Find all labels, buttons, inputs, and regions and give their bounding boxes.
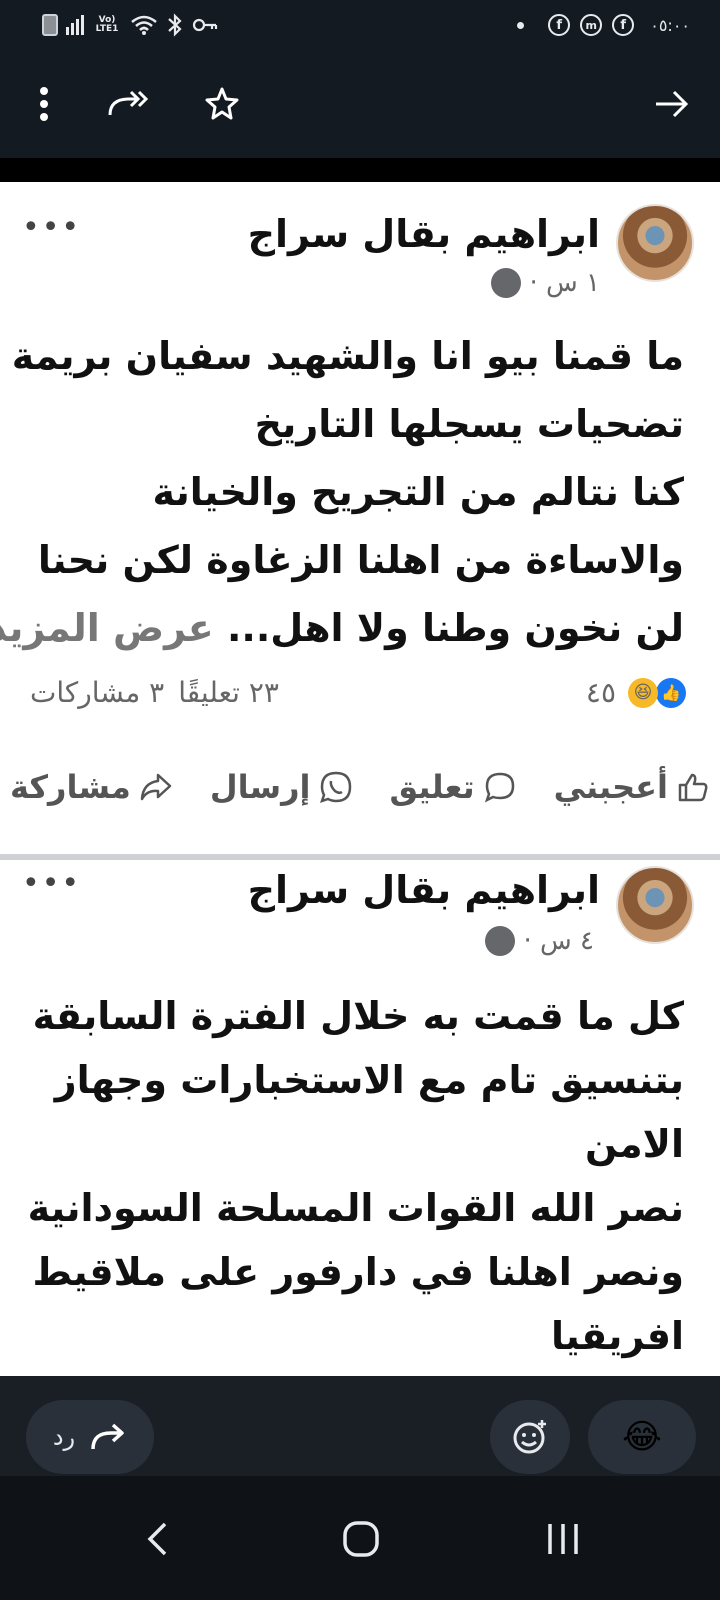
share-forward-icon[interactable] — [104, 80, 152, 128]
post-text-line: ما قمنا بيو انا والشهيد سفيان بريمة — [11, 334, 684, 378]
engagement-counts: ٢٣ تعليقًا ٣ مشاركات — [30, 676, 279, 709]
post-meta: ٤ س · — [485, 926, 594, 956]
see-more-link[interactable]: عرض المزيد — [0, 606, 214, 650]
post-separator — [0, 854, 720, 860]
signal-icon — [66, 15, 84, 35]
battery-icon — [42, 14, 58, 36]
avatar[interactable] — [616, 204, 694, 282]
more-options-icon[interactable]: ••• — [22, 210, 81, 245]
messenger-icon: m — [580, 14, 603, 36]
post-time[interactable]: ٤ س · — [523, 926, 594, 956]
share-button[interactable]: مشاركة — [10, 768, 173, 806]
comment-icon — [484, 772, 514, 803]
lte-label: Vo) LTE1 — [95, 15, 119, 34]
post-author[interactable]: ابراهيم بقال سراج — [248, 868, 600, 912]
status-bar: Vo) LTE1 f m f ٠٥:٠٠ — [0, 0, 720, 50]
post-text: كل ما قمت به خلال الفترة السابقة بتنسيق … — [27, 984, 684, 1368]
post-text-line: افريقيا — [551, 1314, 684, 1358]
post-text-line: كل ما قمت به خلال الفترة السابقة — [32, 994, 684, 1038]
shares-count[interactable]: ٣ مشاركات — [30, 676, 164, 709]
more-vertical-icon[interactable] — [20, 80, 68, 128]
post-text-line-last: لن نخون وطنا ولا اهل... عرض المزيد — [0, 594, 684, 662]
clock: ٠٥:٠٠ — [650, 15, 690, 35]
post-text-line: كنا نتالم من التجريح والخيانة — [152, 470, 684, 514]
post-meta: ١ س · — [491, 268, 600, 298]
globe-icon — [491, 268, 522, 298]
post-text-line: بتنسيق تام مع الاستخبارات وجهاز — [54, 1058, 684, 1102]
system-nav-bar — [0, 1476, 720, 1600]
status-icons-right: f m f ٠٥:٠٠ — [517, 10, 690, 40]
status-icons-left: Vo) LTE1 — [42, 10, 218, 40]
post-text-truncated: لن نخون وطنا ولا اهل... — [226, 606, 684, 650]
post-text-line: تضحيات يسجلها التاريخ — [254, 402, 684, 446]
post-stats: 👍 😆 ٤٥ ٢٣ تعليقًا ٣ مشاركات — [30, 676, 686, 720]
post-text: ما قمنا بيو انا والشهيد سفيان بريمة تضحي… — [0, 322, 684, 662]
feed[interactable]: ابراهيم بقال سراج ١ س · ••• ما قمنا بيو … — [0, 182, 720, 1376]
more-options-icon[interactable]: ••• — [22, 866, 81, 901]
arrow-forward-icon[interactable] — [648, 80, 696, 128]
like-reaction-icon: 👍 — [656, 677, 686, 708]
laugh-reaction-button[interactable]: 😂 — [588, 1400, 696, 1474]
recent-apps-icon[interactable] — [528, 1504, 598, 1574]
send-button[interactable]: إرسال — [210, 768, 353, 806]
browser-toolbar — [0, 50, 720, 158]
post-time[interactable]: ١ س · — [529, 268, 600, 298]
add-reaction-button[interactable] — [490, 1400, 570, 1474]
key-icon — [192, 18, 218, 32]
dot-icon — [517, 21, 525, 29]
post-text-line: نصر الله القوات المسلحة السودانية — [27, 1186, 684, 1230]
post-text-line: ونصر اهلنا في دارفور على ملاقيط — [32, 1250, 684, 1294]
globe-icon — [485, 926, 516, 956]
post-text-line: الامن — [584, 1122, 684, 1166]
comment-label: تعليق — [389, 768, 475, 806]
thumbs-up-icon — [678, 773, 708, 802]
post-text-line: والاساءة من اهلنا الزغاوة لكن نحنا — [37, 538, 684, 582]
reply-bar: رد 😂 — [0, 1376, 720, 1476]
reply-label: رد — [52, 1423, 76, 1451]
reply-button[interactable]: رد — [26, 1400, 154, 1474]
like-label: أعجبني — [553, 768, 668, 806]
comment-button[interactable]: تعليق — [390, 768, 517, 806]
bluetooth-icon — [168, 13, 182, 37]
post-author[interactable]: ابراهيم بقال سراج — [248, 212, 600, 256]
emoji-add-icon — [513, 1420, 546, 1454]
post-actions: أعجبني تعليق إرسال مشاركة — [10, 752, 710, 822]
like-button[interactable]: أعجبني — [554, 768, 710, 806]
send-label: إرسال — [209, 768, 311, 806]
home-icon[interactable] — [326, 1504, 396, 1574]
star-icon[interactable] — [198, 80, 246, 128]
back-icon[interactable] — [122, 1504, 192, 1574]
avatar[interactable] — [616, 866, 694, 944]
whatsapp-icon — [319, 771, 351, 803]
haha-reaction-icon: 😆 — [628, 677, 658, 708]
share-label: مشاركة — [10, 768, 131, 806]
facebook-icon: f — [548, 14, 571, 36]
reaction-count: ٤٥ — [585, 676, 616, 709]
reactions-summary[interactable]: 👍 😆 ٤٥ — [586, 676, 686, 709]
facebook-icon: f — [612, 14, 635, 36]
comments-count[interactable]: ٢٣ تعليقًا — [178, 676, 279, 709]
reply-arrow-icon — [91, 1423, 124, 1450]
divider — [0, 158, 720, 182]
wifi-icon — [131, 15, 157, 35]
share-icon — [140, 773, 172, 801]
